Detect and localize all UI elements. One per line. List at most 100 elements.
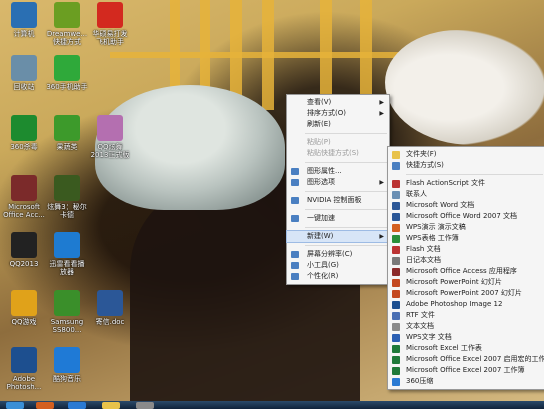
context-menu-item[interactable]: 新建(W) ▶ — [286, 230, 390, 243]
desktop-icon[interactable]: 寄信.doc — [80, 290, 140, 342]
context-menu-item[interactable]: 一键加速 — [287, 213, 389, 224]
menu-item-label: 屏幕分辨率(C) — [307, 250, 353, 258]
context-menu-item[interactable]: 粘贴(P) — [287, 137, 389, 148]
shortcut-icon — [392, 162, 400, 170]
start-orb-icon[interactable] — [6, 402, 24, 409]
media-icon[interactable] — [36, 402, 54, 409]
context-menu-item[interactable]: 刷新(E) — [287, 119, 389, 130]
new-submenu-item[interactable]: Microsoft Office Excel 2007 工作簿 — [388, 365, 544, 376]
nvidia-icon — [291, 197, 299, 204]
new-submenu-item[interactable]: WPS演示 演示文稿 — [388, 222, 544, 233]
desktop-icon[interactable]: 炫舞3：秘尔 卡德 — [37, 175, 97, 227]
submenu-arrow-icon: ▶ — [379, 233, 384, 240]
menu-item-label: 小工具(G) — [307, 261, 339, 269]
taskbar — [0, 401, 544, 409]
desktop-icon[interactable]: QQ炫舞 2013正式版 — [80, 115, 140, 167]
menu-item-label: Microsoft Office Word 2007 文档 — [406, 212, 517, 220]
desktop-icon[interactable]: 迅雷看看播 放器 — [37, 232, 97, 284]
menu-separator — [305, 227, 387, 228]
desktop-icon-label: 迅雷看看播 放器 — [49, 260, 85, 276]
context-menu-item[interactable]: 屏幕分辨率(C) — [287, 249, 389, 260]
graphics-options-icon — [291, 179, 299, 186]
new-submenu-item[interactable]: Flash ActionScript 文件 — [388, 178, 544, 189]
desktop-icon[interactable]: 360手机助手 — [37, 55, 97, 107]
menu-item-label: 360压缩 — [406, 377, 434, 385]
access-icon — [392, 268, 400, 276]
desktop-icon-label: 华硕易打发 飞机助手 — [92, 30, 128, 46]
explorer-icon[interactable] — [102, 402, 120, 409]
desktop-icon[interactable]: 酷狗音乐 — [37, 347, 97, 399]
menu-separator — [406, 174, 543, 175]
menu-item-label: 粘贴快捷方式(S) — [307, 149, 359, 157]
computer-icon — [11, 2, 37, 28]
xunlei-player-icon — [54, 232, 80, 258]
excel-2007-icon — [392, 367, 400, 375]
new-submenu-item[interactable]: 快捷方式(S) — [388, 160, 544, 171]
excel-icon — [392, 345, 400, 353]
new-submenu-item[interactable]: Microsoft Excel 工作表 — [388, 343, 544, 354]
desktop-icon-label: 炫舞3：秘尔 卡德 — [47, 203, 87, 219]
menu-item-label: 粘贴(P) — [307, 138, 331, 146]
new-submenu-item[interactable]: 360压缩 — [388, 376, 544, 387]
new-submenu-item[interactable]: Microsoft Office Word 2007 文档 — [388, 211, 544, 222]
new-submenu-item[interactable]: 文件夹(F) — [388, 149, 544, 160]
menu-item-label: 日记本文档 — [406, 256, 441, 264]
photoshop-image-icon — [392, 301, 400, 309]
new-submenu-item[interactable]: 联系人 — [388, 189, 544, 200]
wps-writer-icon — [392, 334, 400, 342]
menu-item-label: Adobe Photoshop Image 12 — [406, 300, 503, 308]
samsung-10-icon — [54, 290, 80, 316]
powerpoint-2007-icon — [392, 290, 400, 298]
folder-icon — [392, 151, 400, 159]
360-zip-icon — [392, 378, 400, 386]
new-submenu-item[interactable]: Microsoft PowerPoint 幻灯片 — [388, 277, 544, 288]
menu-item-label: Microsoft Office Excel 2007 工作簿 — [406, 366, 525, 374]
kugou-icon — [54, 347, 80, 373]
new-submenu-item[interactable]: Microsoft PowerPoint 2007 幻灯片 — [388, 288, 544, 299]
menu-item-label: 图形属性... — [307, 167, 342, 175]
context-menu-item[interactable]: NVIDIA 控制面板 — [287, 195, 389, 206]
context-menu-item[interactable]: 查看(V) ▶ — [287, 97, 389, 108]
menu-item-label: 联系人 — [406, 190, 427, 198]
journal-icon — [392, 257, 400, 265]
context-menu-item[interactable]: 图形选项 ▶ — [287, 177, 389, 188]
powerpoint-icon — [392, 279, 400, 287]
speedup-icon — [291, 215, 299, 222]
new-submenu-item[interactable]: Adobe Photoshop Image 12 — [388, 299, 544, 310]
new-submenu-item[interactable]: 文本文档 — [388, 321, 544, 332]
wps-spreadsheet-icon — [392, 235, 400, 243]
desktop-icon-label: 360手机助手 — [46, 83, 88, 91]
ie-icon[interactable] — [68, 402, 86, 409]
menu-item-label: 文本文档 — [406, 322, 434, 330]
new-submenu-item[interactable]: Microsoft Office Excel 2007 启用宏的工作簿 — [388, 354, 544, 365]
submenu-arrow-icon: ▶ — [379, 99, 384, 106]
new-submenu-item[interactable]: RTF 文件 — [388, 310, 544, 321]
menu-item-label: 排序方式(O) — [307, 109, 346, 117]
menu-item-label: RTF 文件 — [406, 311, 435, 319]
desktop-icon-label: QQ炫舞 2013正式版 — [90, 143, 130, 159]
desktop-icon-label: 酷狗音乐 — [53, 375, 81, 383]
context-menu-item[interactable]: 小工具(G) — [287, 260, 389, 271]
menu-item-label: WPS演示 演示文稿 — [406, 223, 466, 231]
word-doc-icon — [97, 290, 123, 316]
new-submenu-item[interactable]: 日记本文档 — [388, 255, 544, 266]
menu-item-label: Microsoft Word 文档 — [406, 201, 475, 209]
contact-icon — [392, 191, 400, 199]
context-menu-item[interactable]: 排序方式(O) ▶ — [287, 108, 389, 119]
desktop-icon[interactable]: 华硕易打发 飞机助手 — [80, 2, 140, 54]
menu-item-label: 快捷方式(S) — [406, 161, 444, 169]
app-icon[interactable] — [136, 402, 154, 409]
context-menu-item[interactable]: 粘贴快捷方式(S) — [287, 148, 389, 159]
new-submenu-item[interactable]: Microsoft Office Access 应用程序 — [388, 266, 544, 277]
new-submenu-item[interactable]: Flash 文档 — [388, 244, 544, 255]
new-submenu-item[interactable]: WPS表格 工作簿 — [388, 233, 544, 244]
new-submenu-item[interactable]: Microsoft Word 文档 — [388, 200, 544, 211]
context-menu-item[interactable]: 图形属性... — [287, 166, 389, 177]
new-submenu-item[interactable]: WPS文字 文档 — [388, 332, 544, 343]
menu-item-label: 个性化(R) — [307, 272, 339, 280]
fruit-game-icon — [54, 115, 80, 141]
flash-doc-icon — [392, 246, 400, 254]
menu-item-label: Flash ActionScript 文件 — [406, 179, 486, 187]
context-menu-item[interactable]: 个性化(R) — [287, 271, 389, 282]
dreamweaver-icon — [54, 2, 80, 28]
